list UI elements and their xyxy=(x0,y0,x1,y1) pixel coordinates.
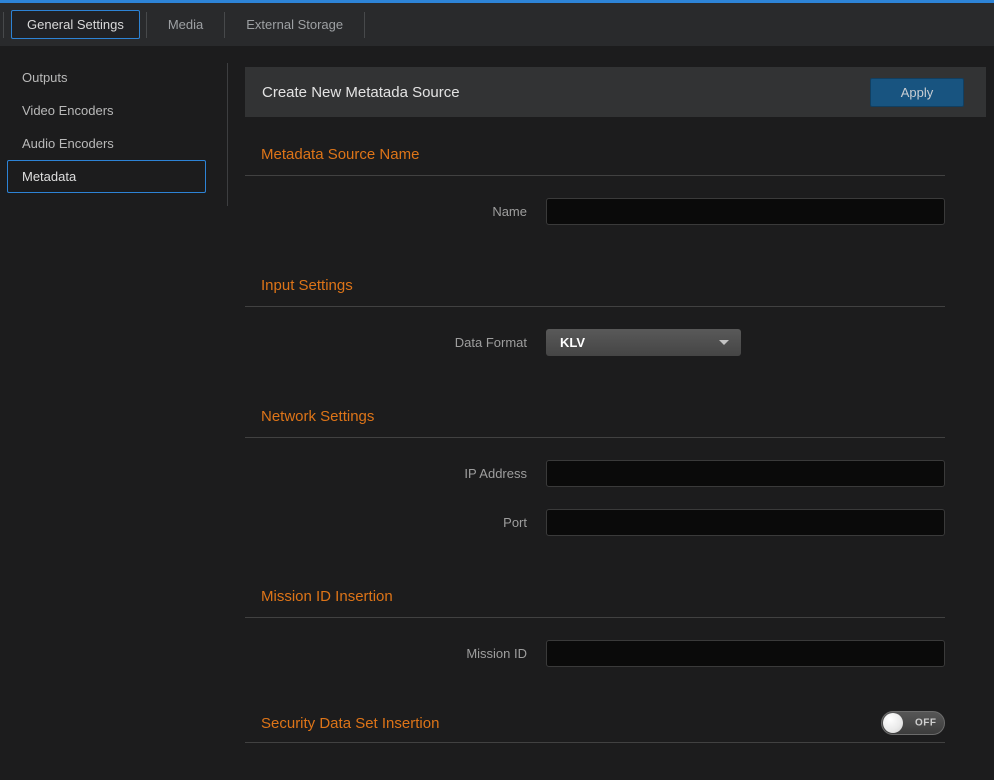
section-title: Metadata Source Name xyxy=(261,146,419,163)
apply-button[interactable]: Apply xyxy=(870,78,964,107)
section-divider xyxy=(245,306,945,307)
sidebar: Outputs Video Encoders Audio Encoders Me… xyxy=(0,46,227,193)
mission-id-input[interactable] xyxy=(546,640,945,667)
form-row: Mission ID xyxy=(245,640,945,667)
sidebar-item-metadata[interactable]: Metadata xyxy=(7,160,206,193)
data-format-value: KLV xyxy=(560,335,585,350)
form-row: Data Format KLV xyxy=(245,329,945,356)
section-mission-id-insertion: Mission ID Insertion Mission ID xyxy=(245,584,945,667)
section-network-settings: Network Settings IP Address Port xyxy=(245,404,945,536)
section-title: Input Settings xyxy=(261,277,353,294)
sidebar-item-video-encoders[interactable]: Video Encoders xyxy=(7,94,206,127)
page-title: Create New Metatada Source xyxy=(262,84,870,101)
port-label: Port xyxy=(245,515,527,530)
name-input[interactable] xyxy=(546,198,945,225)
section-input-settings: Input Settings Data Format KLV xyxy=(245,273,945,356)
section-title: Network Settings xyxy=(261,408,374,425)
section-divider xyxy=(245,742,945,743)
toggle-state-label: OFF xyxy=(915,718,937,729)
ip-address-input[interactable] xyxy=(546,460,945,487)
main-panel: Create New Metatada Source Apply Metadat… xyxy=(245,67,986,743)
name-label: Name xyxy=(245,204,527,219)
data-format-dropdown[interactable]: KLV xyxy=(546,329,741,356)
data-format-label: Data Format xyxy=(245,335,527,350)
security-data-set-toggle[interactable]: OFF xyxy=(881,711,945,735)
section-divider xyxy=(245,617,945,618)
section-metadata-source-name: Metadata Source Name Name xyxy=(245,142,945,225)
ip-address-label: IP Address xyxy=(245,466,527,481)
tab-media[interactable]: Media xyxy=(147,10,224,39)
form-row: IP Address xyxy=(245,460,945,487)
section-title: Mission ID Insertion xyxy=(261,588,393,605)
chevron-down-icon xyxy=(719,340,729,345)
tab-external-storage[interactable]: External Storage xyxy=(225,10,364,39)
sidebar-item-outputs[interactable]: Outputs xyxy=(7,61,206,94)
tab-divider xyxy=(3,12,4,38)
metadata-form: Metadata Source Name Name Input Settings… xyxy=(245,142,945,743)
panel-header: Create New Metatada Source Apply xyxy=(245,67,986,117)
port-input[interactable] xyxy=(546,509,945,536)
section-security-data-set-insertion: Security Data Set Insertion OFF xyxy=(245,711,945,743)
sidebar-item-audio-encoders[interactable]: Audio Encoders xyxy=(7,127,206,160)
tab-general-settings[interactable]: General Settings xyxy=(11,10,140,39)
tab-divider xyxy=(364,12,365,38)
mission-id-label: Mission ID xyxy=(245,646,527,661)
section-title: Security Data Set Insertion xyxy=(261,715,439,732)
form-row: Name xyxy=(245,198,945,225)
top-tab-bar: General Settings Media External Storage xyxy=(0,3,994,46)
toggle-knob-icon xyxy=(883,713,903,733)
section-divider xyxy=(245,437,945,438)
form-row: Port xyxy=(245,509,945,536)
section-divider xyxy=(245,175,945,176)
sidebar-vertical-divider xyxy=(227,63,228,206)
